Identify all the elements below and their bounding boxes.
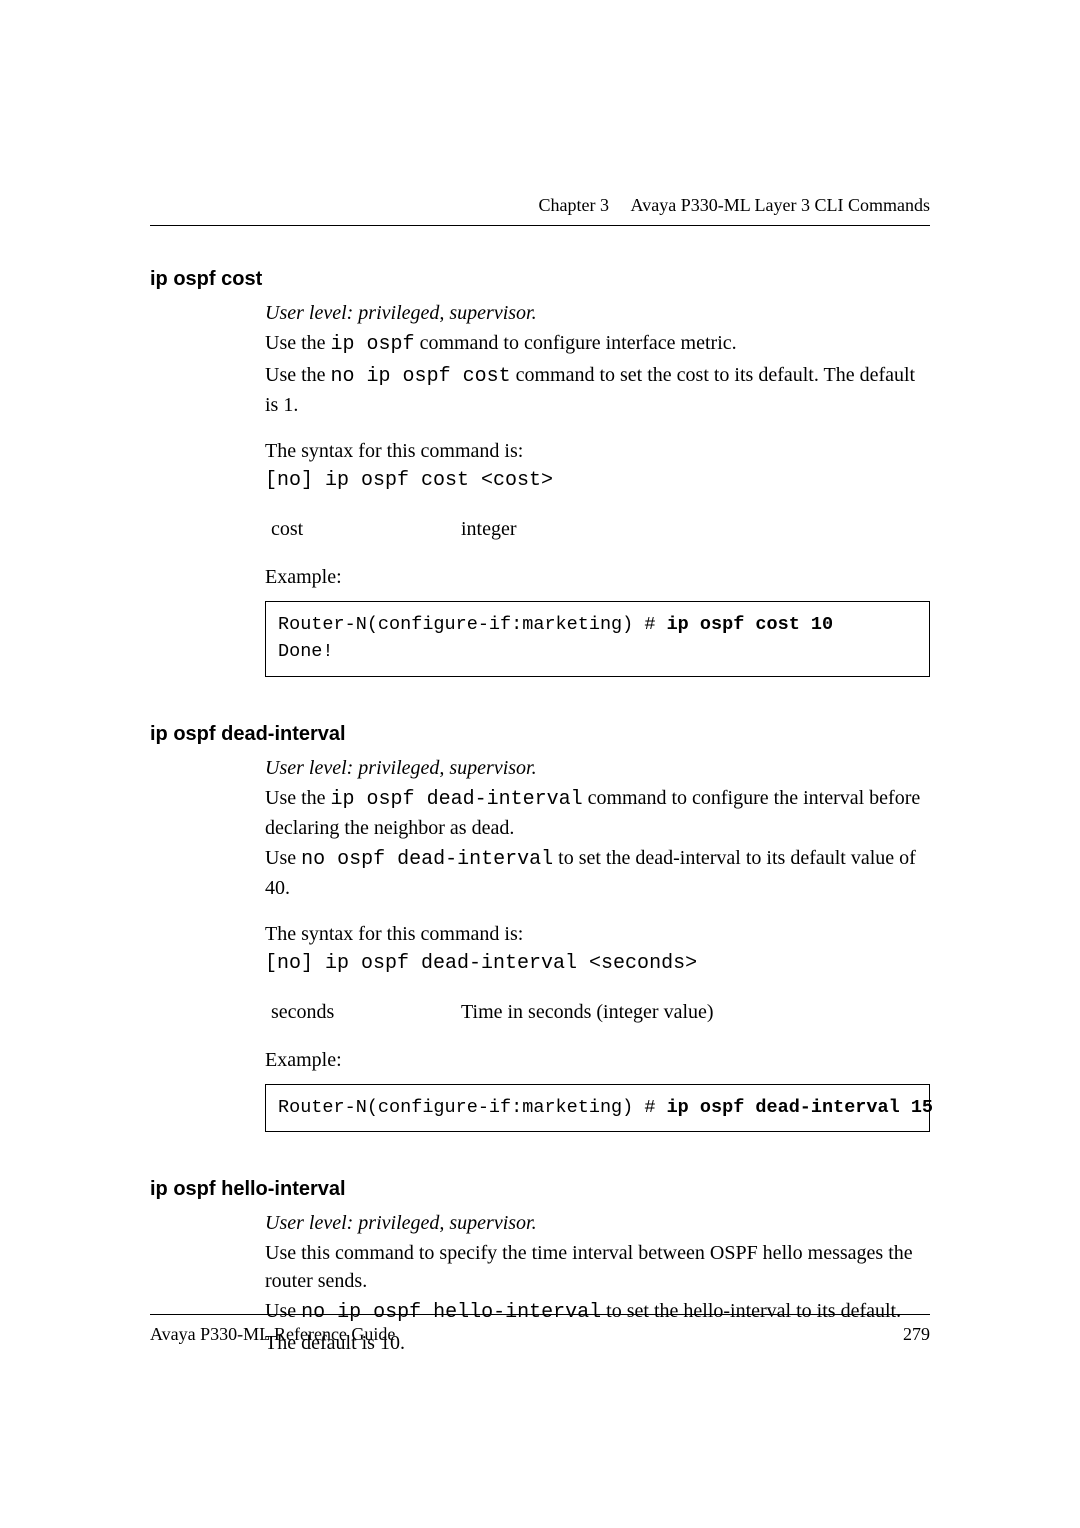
desc-line: Use the ip ospf command to configure int… bbox=[265, 329, 930, 359]
user-level: User level: privileged, supervisor. bbox=[265, 1209, 930, 1237]
inline-cmd: ip ospf dead-interval bbox=[331, 788, 583, 811]
text: Use the bbox=[265, 787, 331, 809]
section-body-dead: User level: privileged, supervisor. Use … bbox=[265, 754, 930, 1133]
example-box: Router-N(configure-if:marketing) # ip os… bbox=[265, 1084, 930, 1133]
page: Chapter 3 Avaya P330-ML Layer 3 CLI Comm… bbox=[0, 0, 1080, 1528]
param-name: cost bbox=[271, 515, 461, 543]
text: Use the bbox=[265, 332, 331, 354]
syntax: [no] ip ospf dead-interval <seconds> bbox=[265, 950, 930, 978]
inline-cmd: no ip ospf cost bbox=[331, 365, 511, 388]
section-heading-cost: ip ospf cost bbox=[150, 268, 930, 291]
example-box: Router-N(configure-if:marketing) # ip os… bbox=[265, 601, 930, 677]
param-desc: Time in seconds (integer value) bbox=[461, 998, 930, 1026]
example-result: Done! bbox=[278, 641, 334, 662]
param-row: cost integer bbox=[271, 515, 930, 543]
text: to set the hello-interval to its default… bbox=[601, 1300, 901, 1322]
desc-line: Use this command to specify the time int… bbox=[265, 1239, 930, 1295]
header-title: Avaya P330-ML Layer 3 CLI Commands bbox=[631, 195, 930, 215]
user-level: User level: privileged, supervisor. bbox=[265, 754, 930, 782]
syntax: [no] ip ospf cost <cost> bbox=[265, 467, 930, 495]
header-chapter: Chapter 3 bbox=[539, 195, 609, 215]
param-name: seconds bbox=[271, 998, 461, 1026]
text: Use bbox=[265, 847, 301, 869]
page-header: Chapter 3 Avaya P330-ML Layer 3 CLI Comm… bbox=[539, 195, 930, 216]
text: Use bbox=[265, 1300, 301, 1322]
example-prompt: Router-N(configure-if:marketing) # bbox=[278, 1097, 667, 1118]
example-cmd: ip ospf dead-interval 15 bbox=[667, 1097, 933, 1118]
page-number: 279 bbox=[903, 1324, 930, 1345]
inline-cmd: ip ospf bbox=[331, 333, 415, 356]
syntax-label: The syntax for this command is: bbox=[265, 920, 930, 948]
example-prompt: Router-N(configure-if:marketing) # bbox=[278, 614, 667, 635]
desc-line: Use no ip ospf hello-interval to set the… bbox=[265, 1297, 930, 1327]
user-level: User level: privileged, supervisor. bbox=[265, 299, 930, 327]
desc-line: Use no ospf dead-interval to set the dea… bbox=[265, 844, 930, 902]
inline-cmd: no ip ospf hello-interval bbox=[301, 1301, 601, 1324]
syntax-label: The syntax for this command is: bbox=[265, 437, 930, 465]
inline-cmd: no ospf dead-interval bbox=[301, 848, 553, 871]
header-rule bbox=[150, 225, 930, 226]
footer-title: Avaya P330-ML Reference Guide bbox=[150, 1324, 395, 1345]
content: ip ospf cost User level: privileged, sup… bbox=[150, 250, 930, 1359]
example-label: Example: bbox=[265, 1046, 930, 1074]
example-cmd: ip ospf cost 10 bbox=[667, 614, 834, 635]
example-label: Example: bbox=[265, 563, 930, 591]
text: Use the bbox=[265, 364, 331, 386]
section-heading-hello: ip ospf hello-interval bbox=[150, 1178, 930, 1201]
param-desc: integer bbox=[461, 515, 930, 543]
section-body-cost: User level: privileged, supervisor. Use … bbox=[265, 299, 930, 677]
text: command to configure interface metric. bbox=[415, 332, 737, 354]
param-row: seconds Time in seconds (integer value) bbox=[271, 998, 930, 1026]
footer-rule bbox=[150, 1314, 930, 1315]
section-heading-dead: ip ospf dead-interval bbox=[150, 723, 930, 746]
desc-line: Use the ip ospf dead-interval command to… bbox=[265, 784, 930, 842]
desc-line: Use the no ip ospf cost command to set t… bbox=[265, 361, 930, 419]
